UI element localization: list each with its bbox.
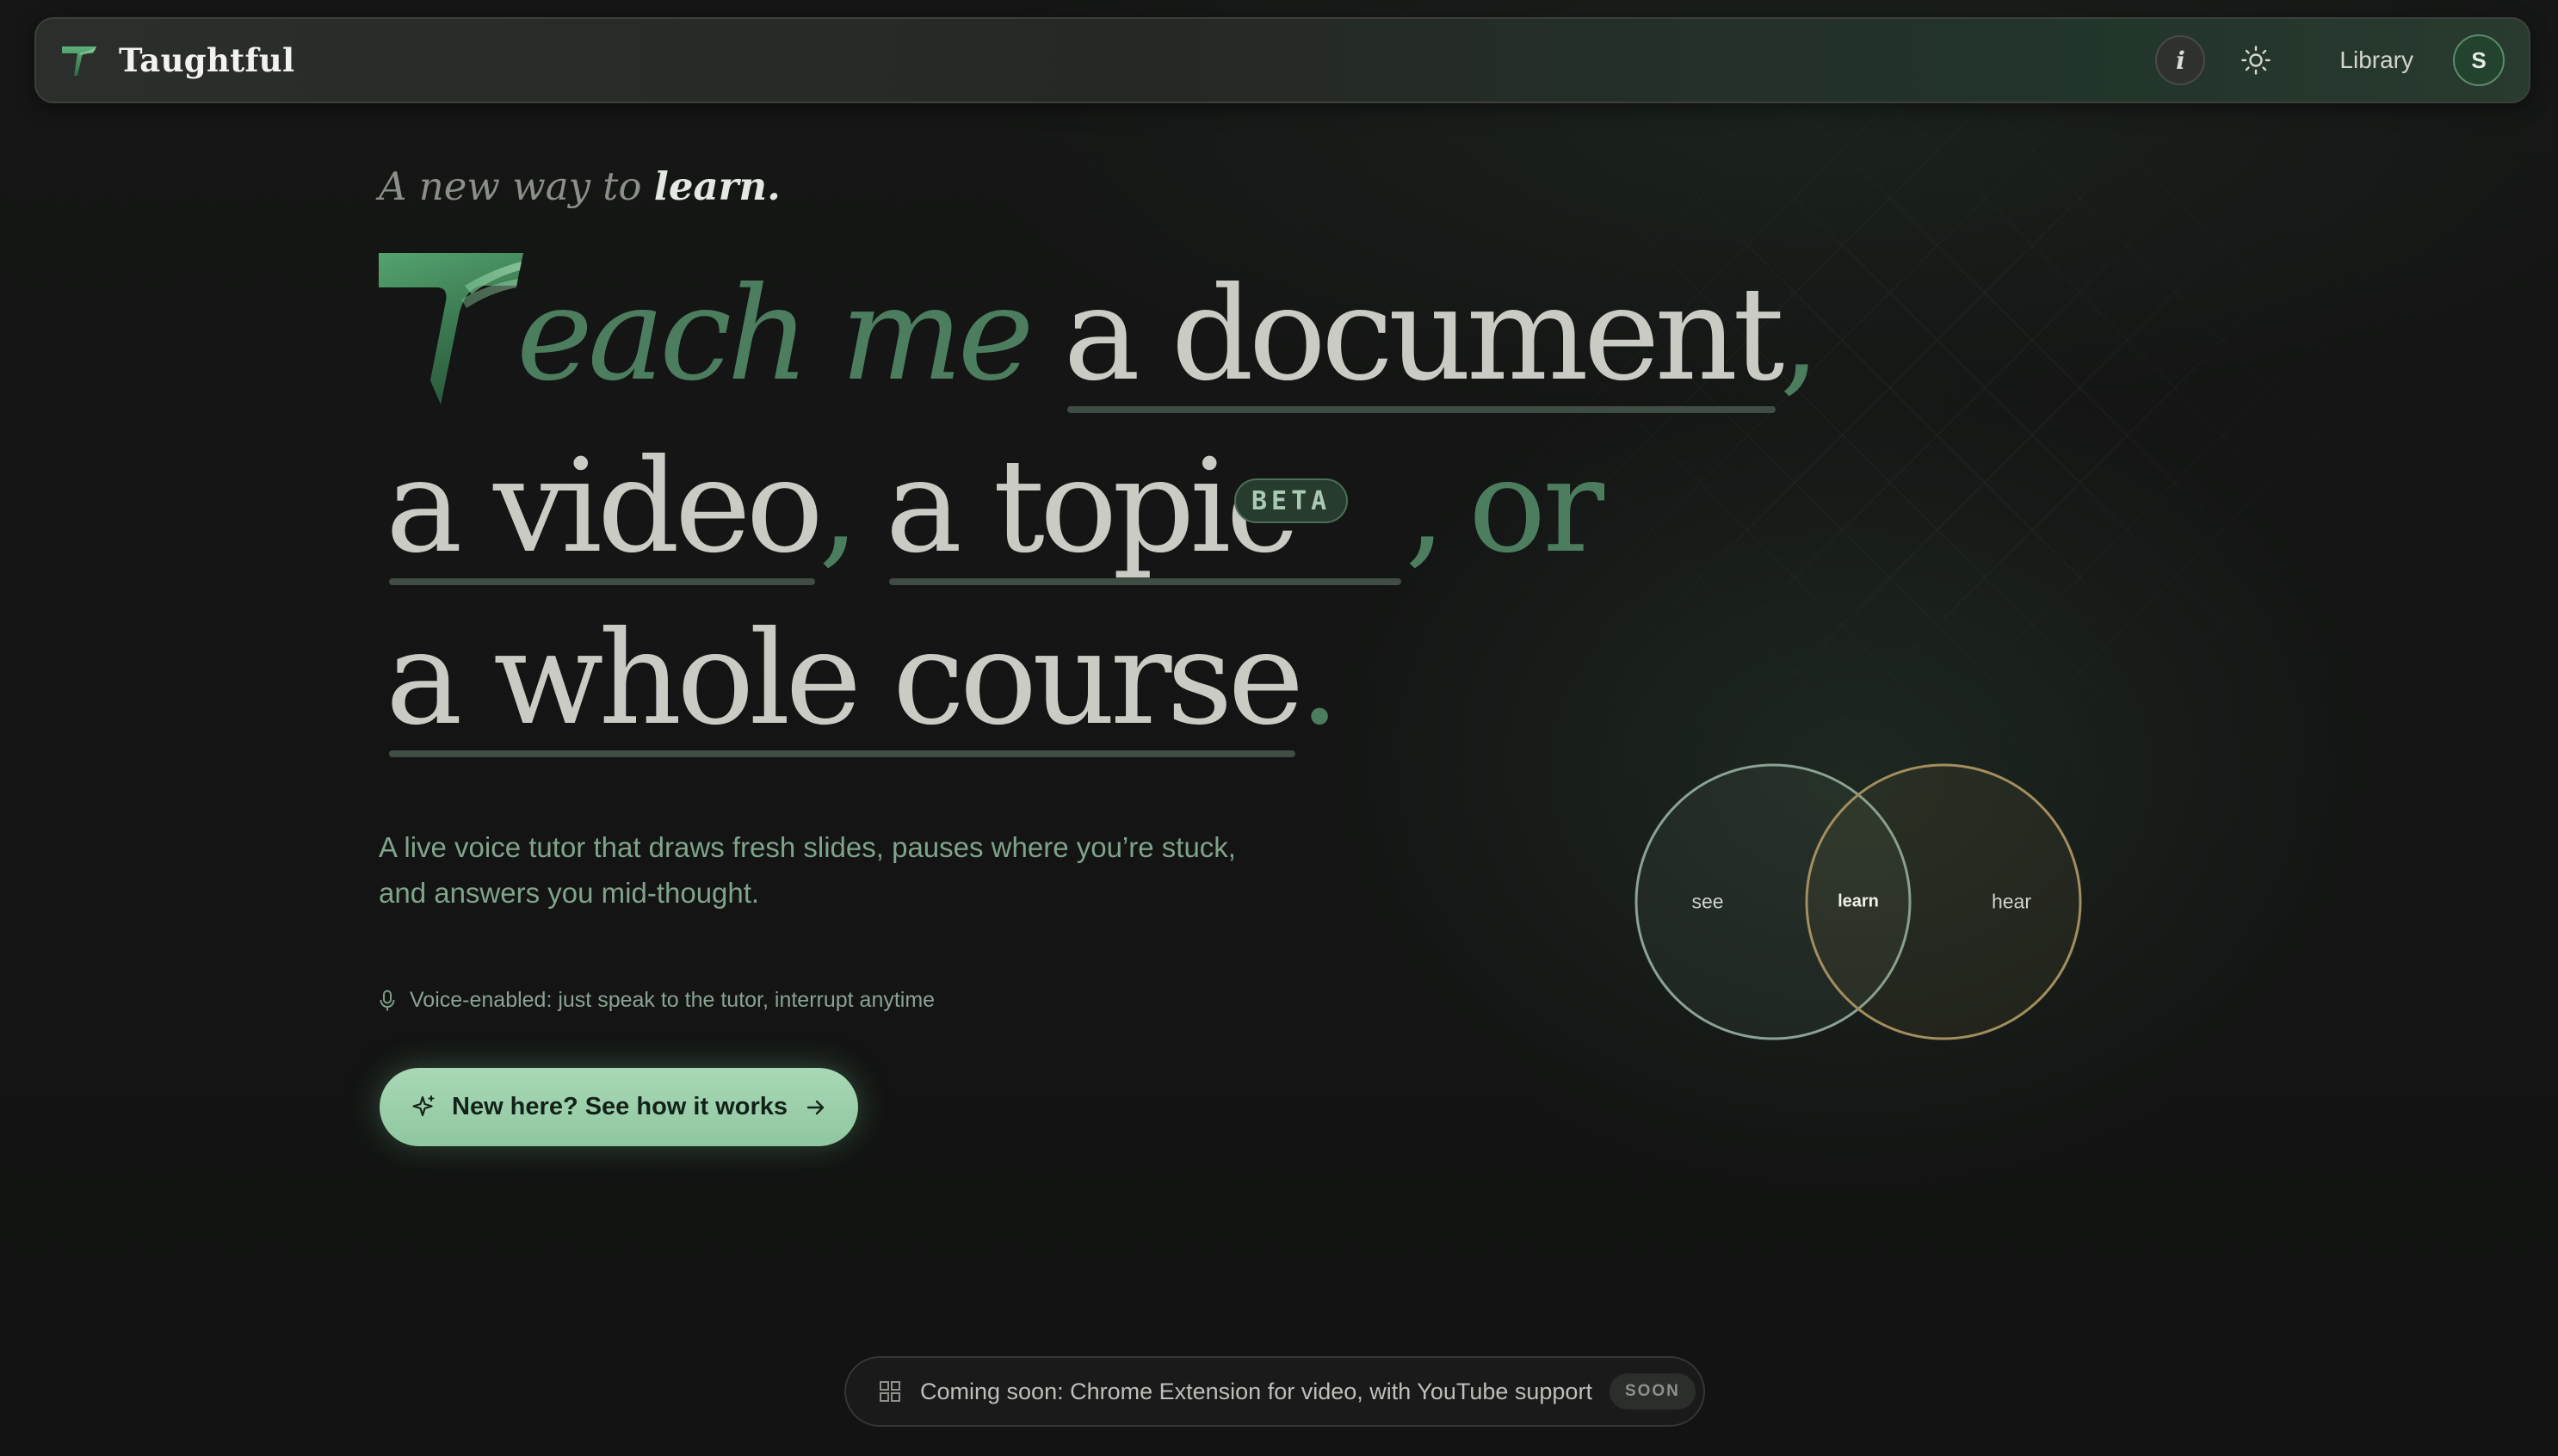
venn-label-see: see [1691,890,1724,913]
headline-or: or [1468,432,1604,582]
headline-option-course[interactable]: a whole course [386,614,1304,766]
voice-enabled-note: Voice-enabled: just speak to the tutor, … [379,988,935,1013]
venn-label-hear: hear [1991,890,2032,913]
avatar-initial: S [2471,46,2487,73]
arrow-right-icon [806,1100,825,1114]
description-line-2: and answers you mid-thought. [379,877,760,909]
description-line-1: A live voice tutor that draws fresh slid… [379,831,1236,863]
nav-actions: i Library S [2155,19,2505,102]
headline-teach-me: each me [516,260,1034,410]
sun-icon [2241,46,2271,75]
headline-line-1: each me a document , [379,250,1820,422]
see-learn-hear-venn-diagram: see learn hear [1634,762,2083,1041]
info-icon: i [2176,46,2185,75]
brand-home-link[interactable]: Taughtful [60,19,294,102]
hero-description: A live voice tutor that draws fresh slid… [379,824,1412,916]
cta-label: New here? See how it works [452,1093,788,1120]
library-link[interactable]: Library [2339,46,2413,74]
tagline-prefix: A new way to [379,163,654,209]
brand-name: Taughtful [119,41,295,79]
headline-option-document[interactable]: a document [1064,270,1784,422]
grid-icon [880,1381,900,1402]
beta-badge: BETA [1234,478,1349,523]
taughtful-t-monogram-icon [379,253,523,404]
headline-comma-2: , [818,432,860,582]
venn-label-learn: learn [1838,891,1879,911]
sparkle-icon [412,1095,435,1116]
top-nav-bar: Taughtful i Library S [34,17,2530,103]
see-how-it-works-button[interactable]: New here? See how it works [380,1068,858,1146]
coming-soon-banner: Coming soon: Chrome Extension for video,… [844,1356,1705,1427]
headline-comma-1: , [1779,260,1821,410]
taughtful-logo-icon [62,46,96,76]
headline-option-video[interactable]: a video [386,442,824,594]
theme-toggle-button[interactable] [2231,35,2281,85]
tagline-emphasis: learn. [653,163,781,209]
headline-line-2: a video , a topic , or [386,422,1604,594]
info-button[interactable]: i [2155,35,2206,85]
headline-period: . [1299,604,1340,754]
soon-badge: SOON [1609,1373,1696,1410]
headline-comma-3: , [1405,432,1446,582]
banner-text: Coming soon: Chrome Extension for video,… [920,1378,1592,1404]
user-avatar-button[interactable]: S [2453,34,2505,86]
hero-tagline: A new way to learn. [379,163,781,209]
headline-line-3: a whole course . [386,594,1340,766]
voice-note-text: Voice-enabled: just speak to the tutor, … [410,988,936,1012]
microphone-icon [380,990,395,1010]
